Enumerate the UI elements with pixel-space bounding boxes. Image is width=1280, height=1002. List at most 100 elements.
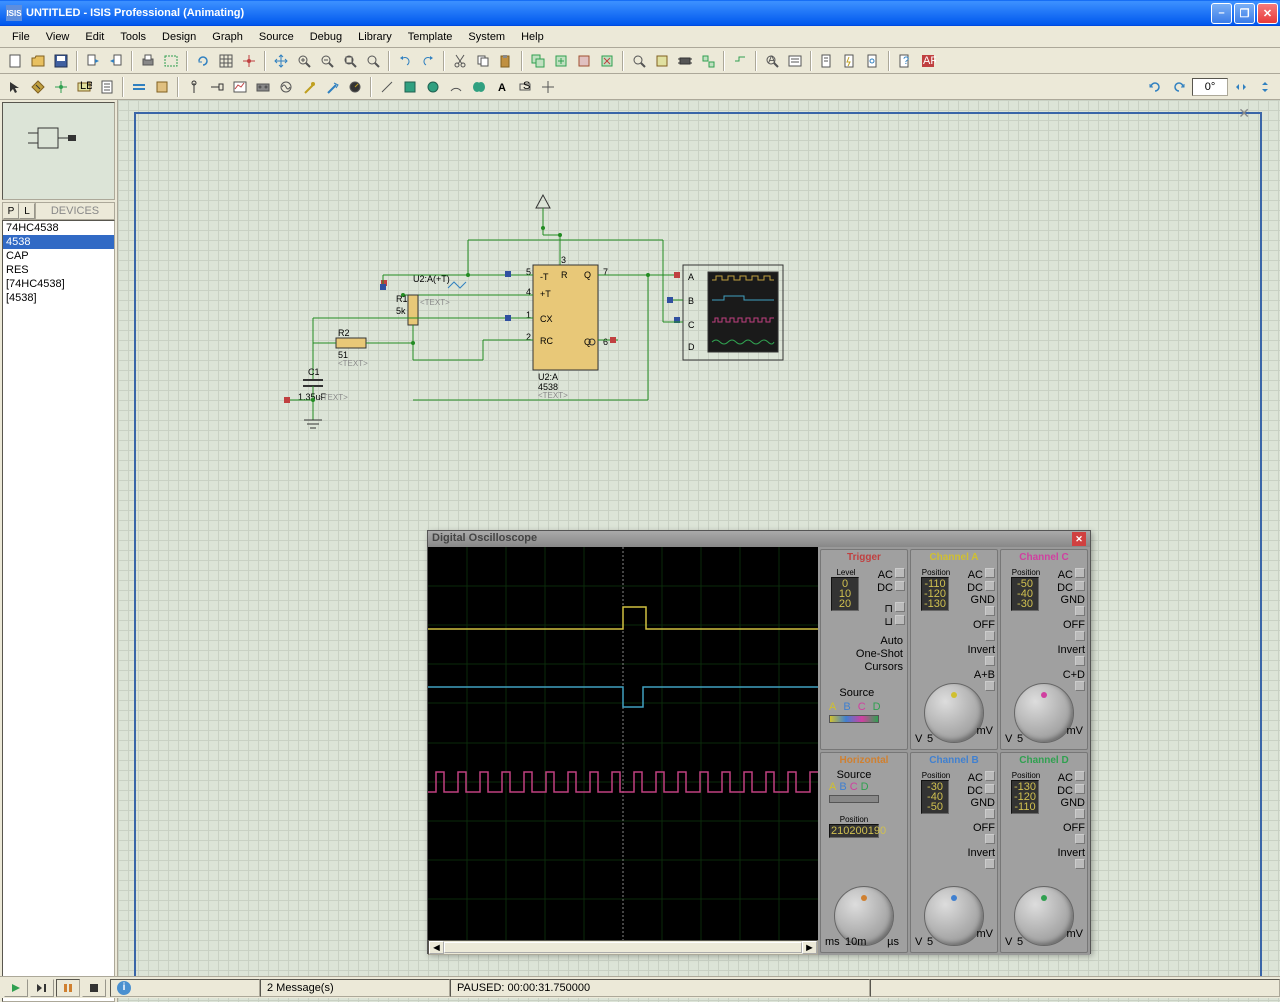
cha-off-button[interactable] — [985, 631, 995, 641]
cha-gnd-button[interactable] — [985, 606, 995, 616]
grid-button[interactable] — [215, 50, 237, 72]
trigger-level-spinner[interactable]: 0 10 20 — [831, 577, 859, 611]
label-mode-button[interactable]: LBL — [73, 76, 95, 98]
generator-mode-button[interactable] — [275, 76, 297, 98]
chb-gnd-button[interactable] — [985, 809, 995, 819]
property-button[interactable] — [784, 50, 806, 72]
select-mode-button[interactable] — [4, 76, 26, 98]
text-2d-button[interactable]: A — [491, 76, 513, 98]
chd-ac-button[interactable] — [1075, 771, 1085, 781]
find-button[interactable]: A — [761, 50, 783, 72]
messages-status[interactable]: 2 Message(s) — [260, 979, 450, 997]
line-2d-button[interactable] — [376, 76, 398, 98]
device-item[interactable]: [4538] — [3, 291, 114, 305]
device-item[interactable]: RES — [3, 263, 114, 277]
pick-button[interactable] — [628, 50, 650, 72]
cut-button[interactable] — [449, 50, 471, 72]
netlist-button[interactable] — [862, 50, 884, 72]
chb-off-button[interactable] — [985, 834, 995, 844]
menu-debug[interactable]: Debug — [302, 29, 350, 45]
rotation-input[interactable] — [1192, 78, 1228, 96]
flip-h-button[interactable] — [1230, 76, 1252, 98]
bus-mode-button[interactable] — [128, 76, 150, 98]
menu-source[interactable]: Source — [251, 29, 302, 45]
menu-view[interactable]: View — [38, 29, 78, 45]
zoom-all-button[interactable] — [339, 50, 361, 72]
oscilloscope-scroll-bar[interactable]: ◄ ► — [428, 940, 818, 955]
decomp-button[interactable] — [697, 50, 719, 72]
wire-auto-button[interactable] — [729, 50, 751, 72]
pan-button[interactable] — [270, 50, 292, 72]
horiz-position-spinner[interactable]: 210 200 190 — [829, 824, 879, 838]
trigger-ac-button[interactable] — [895, 568, 905, 578]
zoom-area-button[interactable] — [362, 50, 384, 72]
trigger-source-slider[interactable] — [829, 715, 879, 723]
arc-2d-button[interactable] — [445, 76, 467, 98]
pick-devices-button[interactable]: P — [3, 203, 19, 219]
chb-dc-button[interactable] — [985, 784, 995, 794]
menu-edit[interactable]: Edit — [77, 29, 112, 45]
menu-graph[interactable]: Graph — [204, 29, 251, 45]
rotate-cw-button[interactable] — [1144, 76, 1166, 98]
rotate-ccw-button[interactable] — [1168, 76, 1190, 98]
device-item[interactable]: CAP — [3, 249, 114, 263]
step-button[interactable] — [30, 979, 54, 997]
block-move-button[interactable] — [550, 50, 572, 72]
play-button[interactable] — [4, 979, 28, 997]
graph-mode-button[interactable] — [229, 76, 251, 98]
block-copy-button[interactable] — [527, 50, 549, 72]
new-button[interactable] — [4, 50, 26, 72]
terminal-mode-button[interactable] — [183, 76, 205, 98]
chb-invert-button[interactable] — [985, 859, 995, 869]
subcircuit-mode-button[interactable] — [151, 76, 173, 98]
chc-ac-button[interactable] — [1075, 568, 1085, 578]
origin-button[interactable] — [238, 50, 260, 72]
oscilloscope-close-button[interactable]: ✕ — [1072, 532, 1086, 546]
chc-off-button[interactable] — [1075, 631, 1085, 641]
pause-button[interactable] — [56, 979, 80, 997]
menu-help[interactable]: Help — [513, 29, 552, 45]
component-mode-button[interactable] — [27, 76, 49, 98]
chd-position-spinner[interactable]: -130 -120 -110 — [1011, 780, 1039, 814]
box-2d-button[interactable] — [399, 76, 421, 98]
chd-invert-button[interactable] — [1075, 859, 1085, 869]
zoom-in-button[interactable] — [293, 50, 315, 72]
symbol-2d-button[interactable]: S — [514, 76, 536, 98]
zoom-out-button[interactable] — [316, 50, 338, 72]
chb-ac-button[interactable] — [985, 771, 995, 781]
copy-button[interactable] — [472, 50, 494, 72]
maximize-button[interactable]: ❐ — [1234, 3, 1255, 24]
chc-position-spinner[interactable]: -50 -40 -30 — [1011, 577, 1039, 611]
bom-button[interactable] — [816, 50, 838, 72]
import-button[interactable] — [82, 50, 104, 72]
schematic-canvas[interactable]: ✕ 5 4 1 2 3 7 6 -T +T CX RC R Q Q — [118, 100, 1280, 1002]
trigger-edge-fall-button[interactable] — [895, 615, 905, 625]
chc-dc-button[interactable] — [1075, 581, 1085, 591]
export-button[interactable] — [105, 50, 127, 72]
make-button[interactable] — [651, 50, 673, 72]
chc-invert-button[interactable] — [1075, 656, 1085, 666]
script-mode-button[interactable] — [96, 76, 118, 98]
menu-system[interactable]: System — [460, 29, 513, 45]
device-item[interactable]: [74HC4538] — [3, 277, 114, 291]
preview-pane[interactable] — [2, 102, 115, 200]
menu-file[interactable]: File — [4, 29, 38, 45]
cha-dc-button[interactable] — [985, 581, 995, 591]
cha-ac-button[interactable] — [985, 568, 995, 578]
junction-mode-button[interactable] — [50, 76, 72, 98]
menu-design[interactable]: Design — [154, 29, 204, 45]
undo-button[interactable] — [394, 50, 416, 72]
sheet-close-icon[interactable]: ✕ — [1238, 105, 1250, 122]
close-button[interactable]: ✕ — [1257, 3, 1278, 24]
marker-2d-button[interactable] — [537, 76, 559, 98]
save-button[interactable] — [50, 50, 72, 72]
trigger-dc-button[interactable] — [895, 581, 905, 591]
flip-v-button[interactable] — [1254, 76, 1276, 98]
ares-button[interactable]: ARES — [917, 50, 939, 72]
help-button[interactable]: ? — [894, 50, 916, 72]
block-rotate-button[interactable] — [573, 50, 595, 72]
menu-tools[interactable]: Tools — [112, 29, 154, 45]
scroll-left-button[interactable]: ◄ — [429, 941, 444, 954]
minimize-button[interactable]: – — [1211, 3, 1232, 24]
probe-v-button[interactable] — [298, 76, 320, 98]
